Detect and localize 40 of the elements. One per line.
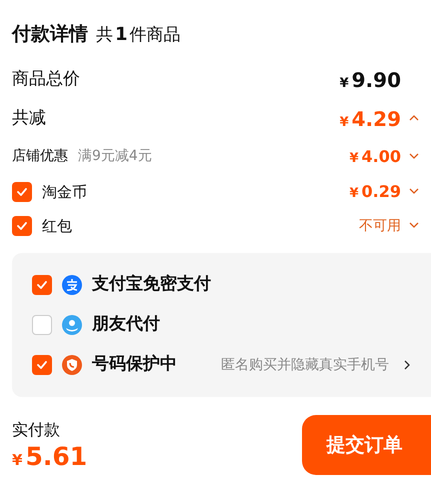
price-amount: 0.29 [362,181,401,203]
option-label: 朋友代付 [92,313,161,336]
currency-symbol: ¥ [340,75,349,93]
price-amount: 4.00 [362,146,401,168]
price-amount: 5.61 [25,442,88,472]
checkbox[interactable] [32,315,52,335]
person-icon [62,315,82,335]
row-label: 共减 [12,107,46,130]
total-label: 实付款 [12,419,61,441]
shield-icon [62,355,82,375]
section-title: 付款详情 [12,22,88,47]
option-note: 匿名购买并隐藏真实手机号 [221,356,389,374]
row-label: 店铺优惠 [12,147,68,166]
status-text: 不可用 [359,216,401,236]
row-label: 淘金币 [42,182,87,203]
promo-note: 满9元减4元 [78,147,152,166]
count-label: 共 [96,24,113,47]
currency-symbol: ¥ [349,185,359,203]
checkbox[interactable] [12,182,32,202]
option-label: 号码保护中 [92,353,178,376]
currency-symbol: ¥ [340,114,349,132]
checkbox[interactable] [12,216,32,236]
check-icon [36,279,48,291]
submit-order-button[interactable]: 提交订单 [302,415,431,475]
checkbox[interactable] [32,355,52,375]
count-label: 件商品 [130,24,181,47]
check-icon [16,220,28,232]
row-label: 红包 [42,216,72,237]
item-count: 1 [115,23,128,47]
price-amount: 4.29 [352,106,401,133]
currency-symbol: ¥ [12,450,22,471]
option-label: 支付宝免密支付 [92,273,212,296]
check-icon [36,359,48,371]
check-icon [16,186,28,198]
currency-symbol: ¥ [349,150,359,168]
payment-icon [62,275,82,295]
chevron-down-icon[interactable] [409,152,419,162]
price-amount: 9.90 [352,67,401,94]
checkbox[interactable] [32,275,52,295]
row-label: 商品总价 [12,68,80,92]
